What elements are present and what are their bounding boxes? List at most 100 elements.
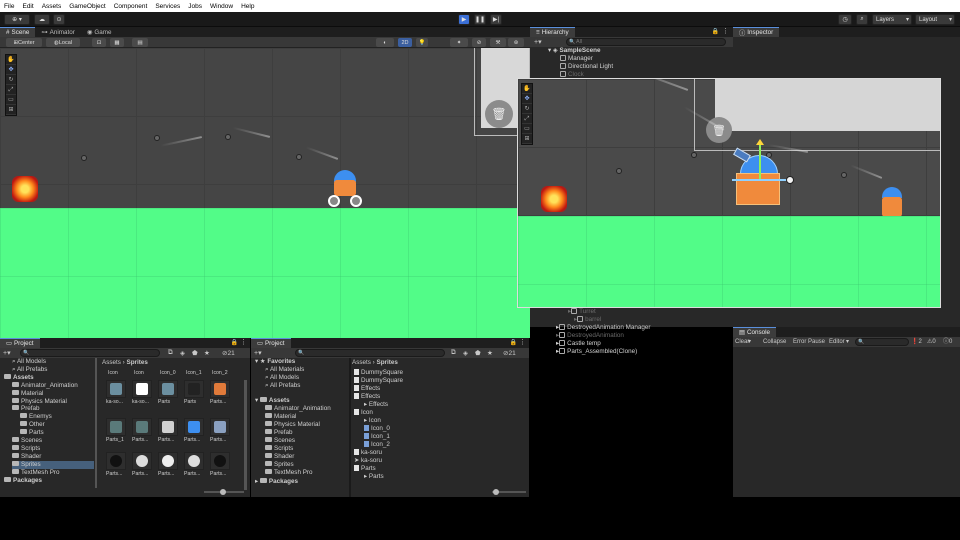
pause-button[interactable]: ❚❚ bbox=[474, 14, 486, 25]
hidden-objects-icon[interactable]: ⊘ bbox=[472, 38, 486, 47]
folder-tree-item[interactable]: ⌕ All Prefabs bbox=[12, 366, 47, 374]
lock-icon[interactable]: 🔒 bbox=[510, 339, 517, 346]
folder-tree-item[interactable]: Scenes bbox=[265, 437, 295, 445]
folder-tree-item[interactable]: Physics Material bbox=[265, 421, 320, 429]
breadcrumb-item[interactable]: Sprites bbox=[377, 359, 398, 366]
folder-tree-item[interactable]: TextMesh Pro bbox=[12, 468, 60, 477]
folder-tree-item[interactable]: Parts bbox=[20, 429, 44, 437]
enemy-robot[interactable] bbox=[880, 187, 904, 219]
shading-mode-icon[interactable]: ◐ bbox=[376, 38, 394, 47]
rotate-tool-icon[interactable]: ↻ bbox=[522, 104, 532, 114]
gizmo-handle[interactable] bbox=[786, 176, 794, 184]
asset-list-item[interactable]: ▸ Parts bbox=[364, 473, 384, 481]
folder-tree-item[interactable]: Animator_Animation bbox=[265, 405, 331, 413]
gizmo-arrow-icon[interactable] bbox=[756, 139, 764, 145]
folder-tree-item[interactable]: Material bbox=[265, 413, 296, 421]
folder-tree-item[interactable]: Other bbox=[20, 421, 45, 429]
breadcrumb-item[interactable]: Assets bbox=[102, 359, 121, 366]
trash-bin-icon[interactable]: 🗑 bbox=[485, 100, 513, 128]
folder-tree-item[interactable]: ⌕ All Models bbox=[12, 358, 46, 366]
asset-list-item[interactable]: DummySquare bbox=[354, 377, 403, 385]
move-tool-icon[interactable]: ✥ bbox=[6, 65, 16, 75]
hierarchy-item[interactable]: ▸ DestroyedAnimation bbox=[556, 332, 624, 340]
zoom-slider-handle[interactable] bbox=[493, 489, 499, 495]
selected-turret[interactable] bbox=[732, 139, 802, 211]
space-toggle[interactable]: ◍ Local bbox=[46, 38, 80, 47]
folder-tree-item[interactable]: Shader bbox=[265, 453, 294, 461]
hierarchy-item[interactable]: ▸ Castle temp bbox=[556, 340, 601, 348]
move-tool-icon[interactable]: ✥ bbox=[522, 94, 532, 104]
asset-thumbnail[interactable] bbox=[184, 380, 204, 398]
menu-item[interactable]: File bbox=[4, 3, 14, 10]
error-pause-button[interactable]: Error Pause bbox=[793, 337, 825, 347]
cloud-icon[interactable]: ☁ bbox=[34, 14, 50, 25]
snap-icon[interactable]: ⊡ bbox=[92, 38, 106, 47]
tools-icon[interactable]: ⚒ bbox=[490, 38, 506, 47]
grid-snap-icon[interactable]: ▦ bbox=[110, 38, 124, 47]
zoom-slider-handle[interactable] bbox=[220, 489, 226, 495]
tree-scrollbar[interactable] bbox=[95, 358, 97, 488]
project1-search-input[interactable] bbox=[20, 349, 160, 357]
lock-icon[interactable]: 🔒 bbox=[231, 339, 238, 346]
rect-tool-icon[interactable]: ▭ bbox=[522, 124, 532, 134]
more-icon[interactable]: ⋮ bbox=[240, 338, 247, 346]
gizmos-icon[interactable]: ⊛ bbox=[508, 38, 524, 47]
asset-thumbnail[interactable] bbox=[210, 452, 230, 470]
label-filter-icon[interactable]: ⬟ bbox=[475, 349, 481, 357]
editor-dropdown[interactable]: Editor bbox=[829, 337, 845, 347]
breadcrumb-item[interactable]: Assets bbox=[352, 359, 371, 366]
chevron-down-icon[interactable]: ▾ bbox=[748, 337, 751, 347]
asset-list-item[interactable]: ▸ Effects bbox=[364, 401, 388, 409]
rect-tool-icon[interactable]: ▭ bbox=[6, 95, 16, 105]
asset-thumbnail[interactable] bbox=[158, 418, 178, 436]
explosion-sprite[interactable] bbox=[541, 186, 567, 212]
favorite-icon[interactable]: ★ bbox=[487, 349, 493, 357]
splitter[interactable] bbox=[349, 358, 351, 497]
transform-tool-icon[interactable]: ⊞ bbox=[6, 105, 16, 115]
asset-thumbnail[interactable] bbox=[106, 380, 126, 398]
tab-project[interactable]: ▭ Project bbox=[251, 338, 291, 348]
asset-list-item[interactable]: ➤ ka-soru bbox=[354, 457, 382, 465]
error-count[interactable]: ⚠0 bbox=[927, 337, 936, 347]
menu-item[interactable]: Help bbox=[241, 3, 254, 10]
asset-thumbnail[interactable] bbox=[106, 452, 126, 470]
label-filter-icon[interactable]: ⬟ bbox=[192, 349, 198, 357]
scene-root[interactable]: ▾ ◈ SampleScene bbox=[548, 47, 600, 55]
hand-tool-icon[interactable]: ✋ bbox=[6, 55, 16, 65]
folder-tree-item[interactable]: Sprites bbox=[12, 460, 94, 469]
scene-view[interactable]: ✋ ✥ ↻ ⤢ ▭ ⊞ 🗑 bbox=[0, 48, 530, 338]
game-preview-overlay[interactable]: ✋ ✥ ↻ ⤢ ▭ ⊞ 🗑 bbox=[517, 78, 941, 308]
folder-tree-item[interactable]: Material bbox=[12, 389, 43, 398]
hierarchy-item[interactable]: ▸ DestroyedAnimation Manager bbox=[556, 324, 650, 332]
transform-tool-icon[interactable]: ⊞ bbox=[522, 134, 532, 144]
tab-animator[interactable]: ⊶ Animator bbox=[35, 27, 81, 37]
favorite-icon[interactable]: ★ bbox=[204, 349, 210, 357]
hidden-count[interactable]: ⊘21 bbox=[503, 349, 516, 357]
move-gizmo-y[interactable] bbox=[759, 141, 761, 181]
add-icon[interactable]: +▾ bbox=[534, 38, 542, 46]
lock-icon[interactable]: 🔒 bbox=[712, 28, 719, 35]
folder-tree-item[interactable]: Prefab bbox=[12, 405, 40, 413]
filter-icon[interactable]: ⧉ bbox=[168, 349, 173, 357]
asset-list-item[interactable]: ▸ Icon bbox=[364, 417, 381, 425]
add-icon[interactable]: +▾ bbox=[3, 349, 11, 357]
menu-item[interactable]: Services bbox=[155, 3, 180, 10]
menu-item[interactable]: GameObject bbox=[69, 3, 106, 10]
folder-tree-item[interactable]: Enemys bbox=[20, 413, 52, 421]
asset-thumbnail[interactable] bbox=[184, 452, 204, 470]
project2-search-input[interactable] bbox=[295, 349, 445, 357]
play-button[interactable]: ▶ bbox=[458, 14, 470, 25]
grid-visibility-icon[interactable]: ▤ bbox=[132, 38, 148, 47]
step-button[interactable]: ▶| bbox=[490, 14, 502, 25]
add-icon[interactable]: +▾ bbox=[254, 349, 262, 357]
tab-hierarchy[interactable]: ≡ Hierarchy bbox=[530, 27, 575, 37]
history-icon[interactable]: ◷ bbox=[838, 14, 852, 25]
folder-tree-item[interactable]: Sprites bbox=[265, 461, 294, 469]
console-search-input[interactable] bbox=[855, 338, 909, 346]
asset-thumbnail[interactable] bbox=[132, 452, 152, 470]
type-filter-icon[interactable]: ◈ bbox=[180, 349, 185, 357]
hidden-count[interactable]: ⊘21 bbox=[222, 349, 235, 357]
menu-item[interactable]: Jobs bbox=[188, 3, 202, 10]
asset-list-item[interactable]: Effects bbox=[354, 385, 380, 393]
folder-tree-item[interactable]: TextMesh Pro bbox=[265, 469, 313, 477]
